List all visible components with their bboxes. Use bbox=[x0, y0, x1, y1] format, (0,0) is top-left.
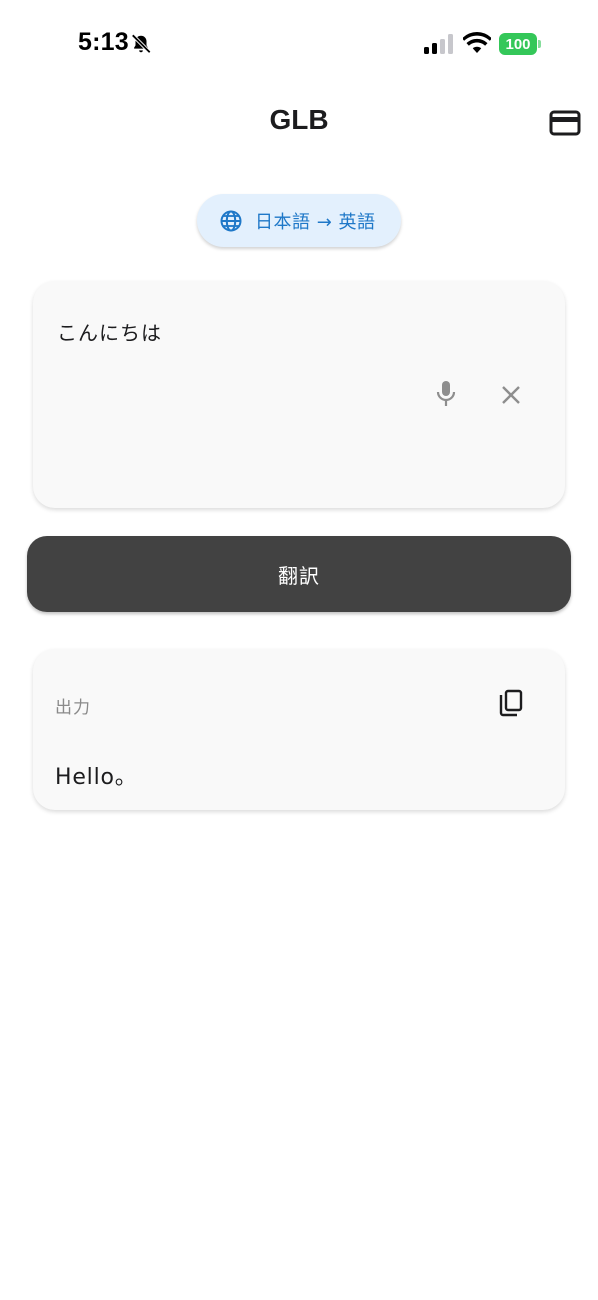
status-time: 5:13 bbox=[78, 28, 129, 56]
status-bar: 5:13 100 bbox=[0, 0, 598, 90]
close-icon[interactable] bbox=[499, 383, 523, 407]
bell-slash-icon bbox=[131, 33, 152, 54]
input-card: こんにちは bbox=[33, 281, 565, 508]
language-direction-chip[interactable]: 日本語 → 英語 bbox=[197, 194, 401, 247]
microphone-icon[interactable] bbox=[433, 379, 459, 409]
language-direction-label: 日本語 → 英語 bbox=[255, 211, 376, 233]
globe-icon bbox=[220, 210, 242, 231]
translated-text: Hello。 bbox=[55, 765, 138, 790]
output-card: 出力 Hello。 bbox=[33, 649, 565, 810]
page-title: GLB bbox=[269, 104, 329, 135]
output-label: 出力 bbox=[55, 698, 91, 718]
wifi-icon bbox=[463, 32, 491, 53]
translate-button[interactable]: 翻訳 bbox=[27, 536, 571, 612]
credit-card-icon[interactable] bbox=[547, 108, 583, 138]
battery-icon: 100 bbox=[499, 33, 541, 55]
app-screen: 5:13 100 GLB 日本語 → 英語 こんにちは 翻訳 出力 Hello。 bbox=[0, 0, 598, 1300]
source-text-input[interactable]: こんにちは bbox=[57, 317, 162, 346]
battery-tip bbox=[538, 40, 541, 48]
battery-level: 100 bbox=[499, 33, 537, 55]
cellular-signal-icon bbox=[424, 34, 453, 54]
copy-icon[interactable] bbox=[497, 689, 525, 719]
